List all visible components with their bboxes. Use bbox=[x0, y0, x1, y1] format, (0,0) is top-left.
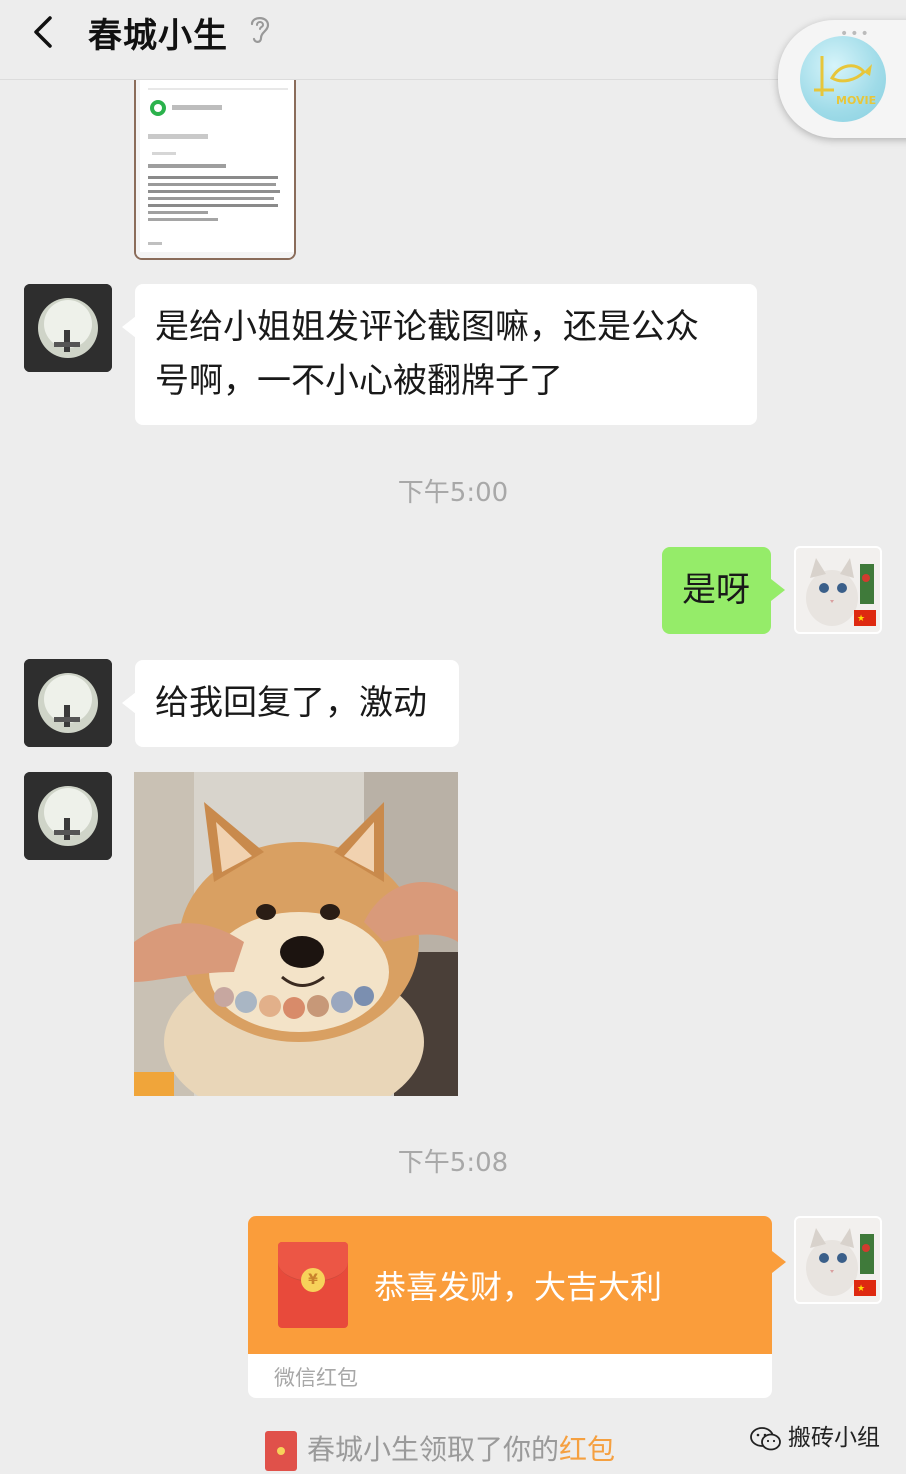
shiba-dog-sticker[interactable] bbox=[134, 772, 458, 1096]
red-packet-card[interactable]: ¥ 恭喜发财，大吉大利 微信红包 bbox=[248, 1216, 772, 1398]
message-bubble-incoming[interactable]: 是给小姐姐发评论截图嘛，还是公众 号啊，一不小心被翻牌子了 bbox=[135, 284, 757, 425]
my-avatar[interactable]: ★ bbox=[794, 546, 882, 634]
timestamp: 下午5:08 bbox=[397, 1148, 509, 1178]
chat-header: 春城小生 bbox=[0, 0, 906, 80]
message-text-line: 号啊，一不小心被翻牌子了 bbox=[155, 361, 563, 401]
message-bubble-outgoing[interactable]: 是呀 bbox=[662, 547, 771, 634]
shared-screenshot-image[interactable] bbox=[134, 80, 296, 260]
coin-icon: ¥ bbox=[301, 1268, 325, 1292]
floating-app-logo[interactable]: MOVIE bbox=[800, 36, 886, 122]
earpiece-mode-icon bbox=[250, 17, 270, 43]
system-notice-text: 春城小生领取了你的 bbox=[307, 1433, 560, 1466]
wechat-logo-icon bbox=[750, 1426, 781, 1450]
red-packet-footer: 微信红包 bbox=[274, 1366, 358, 1390]
red-packet-header: ¥ 恭喜发财，大吉大利 bbox=[248, 1216, 772, 1354]
system-notice: 春城小生领取了你的红包 bbox=[265, 1428, 615, 1474]
floating-window[interactable]: ••• MOVIE bbox=[778, 20, 906, 138]
red-packet-small-icon bbox=[265, 1431, 297, 1471]
chat-title[interactable]: 春城小生 bbox=[88, 8, 228, 57]
watermark: 搬砖小组 bbox=[750, 1418, 880, 1452]
watermark-text: 搬砖小组 bbox=[788, 1425, 880, 1451]
bubble-tail bbox=[772, 1251, 786, 1273]
bubble-tail bbox=[122, 692, 136, 714]
bubble-tail bbox=[771, 579, 785, 601]
message-bubble-incoming[interactable]: 给我回复了，激动 bbox=[135, 660, 459, 747]
contact-avatar[interactable] bbox=[24, 284, 112, 372]
svg-text:★: ★ bbox=[857, 614, 865, 624]
timestamp: 下午5:00 bbox=[397, 478, 509, 508]
red-packet-link[interactable]: 红包 bbox=[559, 1433, 615, 1466]
red-packet-title: 恭喜发财，大吉大利 bbox=[374, 1268, 663, 1306]
my-avatar[interactable]: ★ bbox=[794, 1216, 882, 1304]
bubble-tail bbox=[122, 316, 136, 338]
svg-text:MOVIE: MOVIE bbox=[836, 94, 876, 107]
red-envelope-icon: ¥ bbox=[278, 1242, 348, 1328]
message-text-line: 是给小姐姐发评论截图嘛，还是公众 bbox=[155, 307, 699, 347]
back-arrow-icon[interactable] bbox=[22, 8, 66, 52]
contact-avatar[interactable] bbox=[24, 772, 112, 860]
contact-avatar[interactable] bbox=[24, 659, 112, 747]
svg-text:★: ★ bbox=[857, 1284, 865, 1294]
